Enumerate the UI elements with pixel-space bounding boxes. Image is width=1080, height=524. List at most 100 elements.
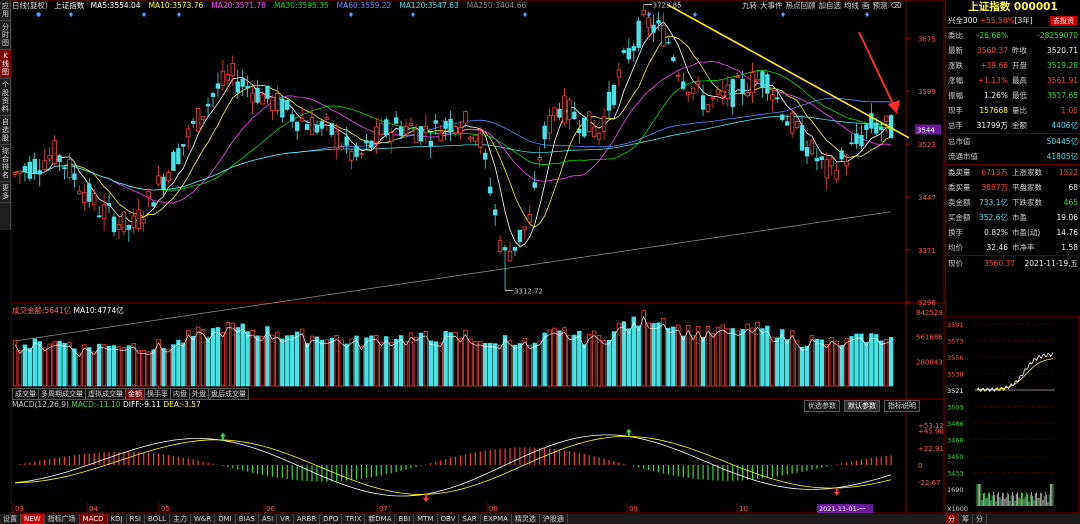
indicator-tab[interactable]: MTM [414, 514, 438, 524]
volume-tab[interactable]: 内盘 [170, 388, 190, 400]
kline-chart[interactable]: 375036753599352334473371329635443723.853… [11, 0, 945, 514]
volume-bar [631, 316, 636, 387]
quote-label: 振幅 [948, 91, 963, 100]
indicator-tab[interactable]: 精灵选 [512, 514, 540, 524]
indicator-tab[interactable]: KDJ [108, 514, 127, 524]
volume-tab[interactable]: 成交量 [12, 388, 39, 400]
volume-bar [819, 339, 825, 387]
quote-value: 0.82% [984, 228, 1008, 237]
indicator-tab[interactable]: MACD [79, 514, 108, 524]
event-marker-icon[interactable] [349, 12, 353, 17]
panel-tab[interactable]: 筹 [959, 514, 973, 524]
left-nav-item[interactable]: 自选股 [0, 116, 11, 145]
invest-button[interactable]: 去投资 [1050, 16, 1077, 26]
volume-bar [507, 340, 513, 387]
volume-bar [636, 325, 641, 387]
indicator-tab[interactable]: BBI [395, 514, 415, 524]
event-marker-icon[interactable] [142, 12, 146, 17]
indicator-tab[interactable]: 设置 [0, 514, 21, 524]
event-marker-icon[interactable] [781, 12, 785, 17]
volume-bar [700, 336, 706, 387]
month-label: 03 [15, 505, 24, 513]
left-nav-item[interactable]: 更多 [0, 182, 11, 203]
left-nav-item[interactable]: 分时图 [0, 21, 11, 50]
volume-tab[interactable]: 外盘 [189, 388, 209, 400]
indicator-tab[interactable]: VR [277, 514, 294, 524]
quote-row: 振幅 1.26% 最低 3517.65 [946, 88, 1080, 103]
candle-body [695, 80, 701, 85]
candle-body [770, 94, 775, 101]
candle-body [829, 158, 834, 167]
volume-bar [398, 335, 404, 387]
quote-value: 4406亿 [1051, 121, 1078, 130]
indicator-tab[interactable]: EXPMA [481, 514, 512, 524]
indicator-tab[interactable]: 指标广场 [45, 514, 80, 524]
volume-tab[interactable]: 虚拟成交量 [85, 388, 126, 400]
indicator-tab[interactable]: TRIX [342, 514, 366, 524]
indicator-tab[interactable]: SAR [459, 514, 481, 524]
volume-tab[interactable]: 换手率 [144, 388, 171, 400]
macd-param-button[interactable]: 指标说明 [884, 400, 920, 412]
indicator-tab[interactable]: OBV [438, 514, 460, 524]
volume-bar [275, 332, 280, 387]
volume-bar [730, 328, 735, 387]
quote-label: 昨收 [1012, 46, 1027, 55]
candle-body [601, 116, 607, 133]
event-marker-icon[interactable] [523, 12, 527, 17]
indicator-tab[interactable]: DPO [320, 514, 343, 524]
quote-value: 1.26% [984, 91, 1008, 100]
indicator-tab[interactable]: DMI [215, 514, 236, 524]
left-nav-item[interactable]: 综合排名 [0, 145, 11, 182]
quote-label: 委买量 [948, 183, 971, 192]
quote-label: 买金额 [948, 213, 971, 222]
macd-param-button[interactable]: 默认参数 [844, 400, 880, 412]
event-marker-icon[interactable] [693, 12, 697, 17]
panel-tab[interactable]: 分 [973, 514, 987, 524]
macd-title: MACD(12,26,9) MACD:-11.10 DIFF:-9.11 DEA… [12, 400, 201, 409]
candle-body [547, 115, 552, 134]
event-marker-icon[interactable] [411, 12, 415, 17]
indicator-tab[interactable]: ARBR [294, 514, 321, 524]
candle-body [111, 216, 117, 233]
intraday-mini-chart[interactable]: 3591 3573 3556 3538 3521 3503 3486 3468 3450 3433… [945, 316, 1080, 514]
indicator-tab[interactable]: BIAS [236, 514, 259, 524]
candle-body [552, 107, 557, 117]
volume-bar [715, 326, 721, 387]
volume-tab[interactable]: 盘后成交量 [208, 388, 249, 400]
indicator-tab[interactable]: BOLL [145, 514, 170, 524]
indicator-tab[interactable]: NEW [21, 514, 45, 524]
mini-price-label: 1690 [947, 486, 964, 494]
volume-bar [473, 341, 478, 387]
panel-tab[interactable]: 分 [945, 514, 959, 524]
left-nav-item[interactable]: K线图 [0, 50, 11, 79]
candle-body [408, 122, 414, 126]
quote-value: 1.58 [1061, 243, 1078, 252]
volume-bar [814, 338, 820, 387]
indicator-tab[interactable]: 沪股通 [540, 514, 568, 524]
volume-bar [478, 340, 483, 387]
indicator-tab[interactable]: RSI [127, 514, 145, 524]
candle-body [161, 176, 166, 190]
indicator-tab[interactable]: 新DMA [365, 514, 396, 524]
volume-tab[interactable]: 金额 [125, 388, 145, 400]
volume-bar [428, 340, 433, 387]
indicator-tab[interactable]: 主力 [170, 514, 191, 524]
buy-arrow-icon [833, 487, 840, 496]
left-nav-item[interactable]: 应用 [0, 0, 11, 21]
quote-value: -28259070 [1037, 31, 1078, 40]
event-marker-icon[interactable] [69, 12, 73, 17]
quote-value: 3560.37 [976, 46, 1008, 55]
left-nav-item[interactable]: 个股资料 [0, 79, 11, 116]
indicator-tab[interactable]: ASI [259, 514, 278, 524]
candle-body [151, 202, 156, 207]
event-marker-icon[interactable] [865, 12, 869, 17]
indicator-tab[interactable]: W&R [191, 514, 216, 524]
volume-tab[interactable]: 多周期成交量 [38, 388, 86, 400]
volume-bar [235, 327, 240, 387]
macd-param-button[interactable]: 优选参数 [804, 400, 840, 412]
candle-body [433, 120, 438, 124]
event-marker-icon[interactable] [177, 12, 181, 17]
volume-bar [423, 331, 429, 387]
volume-bar [492, 343, 498, 387]
event-marker-icon[interactable] [647, 12, 651, 17]
